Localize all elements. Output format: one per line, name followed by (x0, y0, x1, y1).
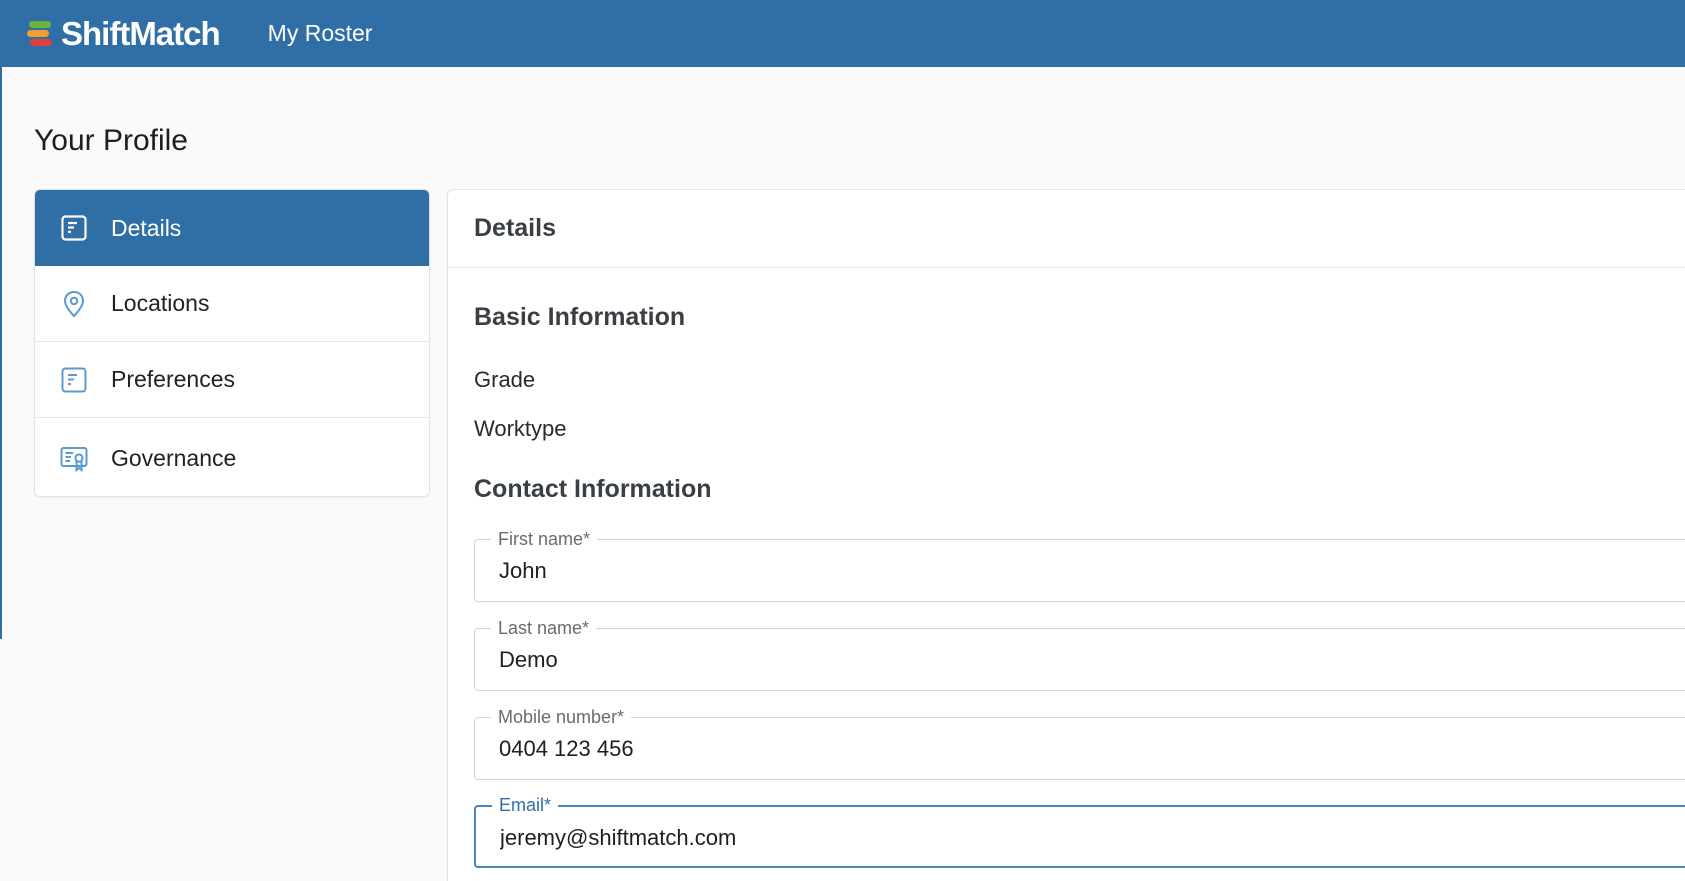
grade-label: Grade (474, 367, 536, 392)
first-name-field: First name* (474, 529, 1685, 602)
profile-side-menu: Details Locations Preferences Governance (34, 189, 430, 497)
sidebar-item-label: Governance (111, 444, 237, 471)
left-edge-strip (0, 67, 2, 639)
sidebar-item-locations[interactable]: Locations (35, 266, 429, 342)
sidebar-item-label: Preferences (111, 366, 236, 392)
brand-logo[interactable]: ShiftMatch (27, 0, 221, 67)
mobile-number-input[interactable] (499, 736, 1399, 762)
sidebar-item-preferences[interactable]: Preferences (35, 342, 429, 418)
sidebar-item-governance[interactable]: Governance (35, 418, 429, 496)
page-title: Your Profile (34, 124, 188, 157)
mobile-number-label: Mobile number* (491, 707, 632, 727)
email-input[interactable] (500, 825, 1400, 851)
first-name-label: First name* (491, 529, 598, 549)
document-icon (61, 215, 87, 241)
contact-information-heading: Contact Information (474, 475, 712, 503)
email-field: Email* (474, 795, 1685, 868)
last-name-field: Last name* (474, 618, 1685, 691)
worktype-label: Worktype (474, 416, 567, 441)
location-pin-icon (63, 290, 85, 317)
document-icon (61, 367, 87, 392)
basic-information-heading: Basic Information (474, 303, 686, 331)
details-card: Details Basic Information Grade Worktype… (447, 189, 1685, 881)
page: ShiftMatch My Roster Your Profile Detail… (0, 0, 1685, 881)
sidebar-item-label: Locations (111, 290, 210, 316)
last-name-label: Last name* (491, 618, 597, 638)
mobile-number-field: Mobile number* (474, 707, 1685, 780)
nav-link-my-roster[interactable]: My Roster (268, 20, 373, 47)
email-label: Email* (492, 795, 559, 815)
card-header: Details (448, 190, 1685, 268)
first-name-input[interactable] (499, 558, 1399, 584)
certificate-icon (60, 447, 88, 473)
last-name-input[interactable] (499, 647, 1399, 673)
brand-name: ShiftMatch (61, 14, 221, 52)
sidebar-item-details[interactable]: Details (35, 190, 429, 266)
sidebar-item-label: Details (111, 214, 182, 241)
top-navigation-bar: ShiftMatch My Roster (0, 0, 1685, 67)
shiftmatch-logo-icon (27, 20, 52, 46)
